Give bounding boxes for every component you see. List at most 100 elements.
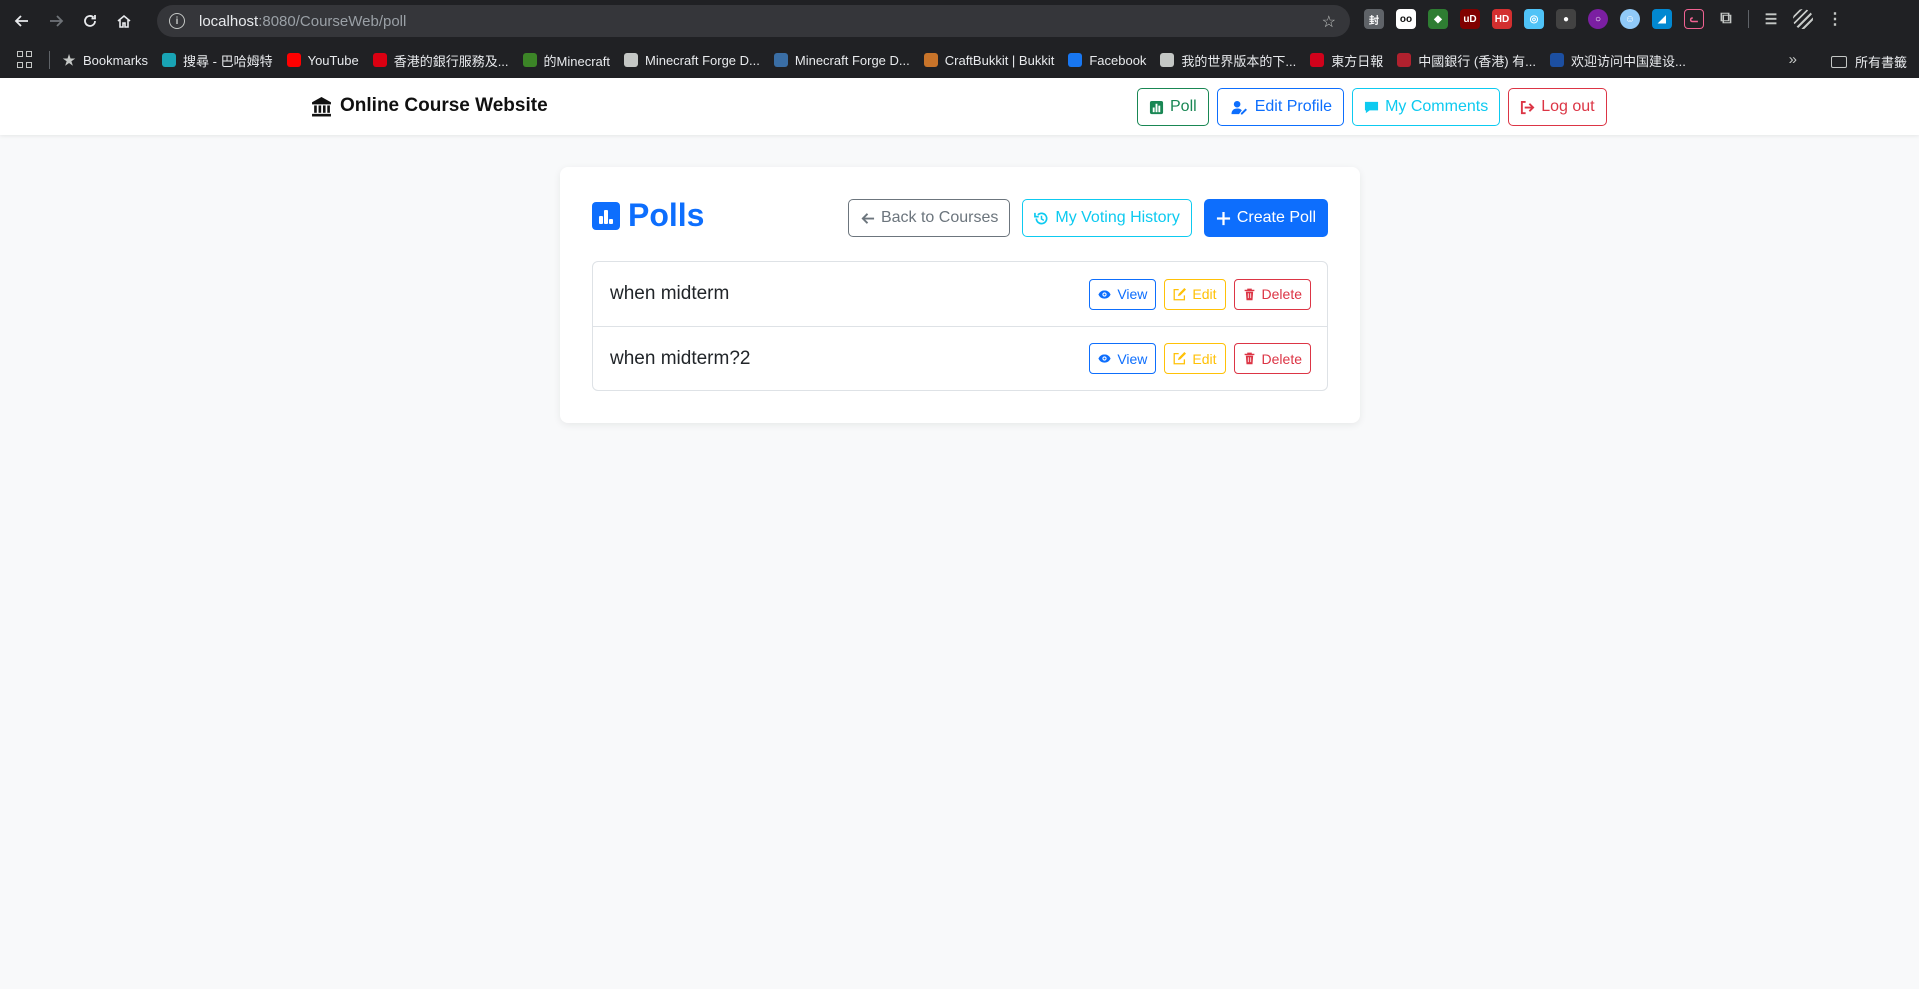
logout-label: Log out	[1541, 98, 1595, 115]
star-icon: ★	[62, 51, 76, 68]
extension-icon[interactable]: 封	[1364, 9, 1384, 29]
image-icon	[1160, 53, 1175, 67]
sign-out-icon	[1521, 100, 1535, 114]
bookmark-label: 中國銀行 (香港) 有...	[1418, 53, 1536, 69]
extension-icon[interactable]: ●	[1556, 9, 1576, 29]
view-label: View	[1117, 350, 1148, 367]
reload-button[interactable]	[73, 4, 107, 38]
edit-label: Edit	[1192, 286, 1217, 302]
back-to-courses-label: Back to Courses	[880, 209, 999, 226]
bookmark-star-icon[interactable]: ☆	[1322, 12, 1336, 32]
extension-icon[interactable]: ☺	[1620, 9, 1640, 29]
all-bookmarks-button[interactable]: 所有書籤	[1830, 52, 1907, 71]
hsbc-icon	[372, 53, 387, 67]
bookmark-item[interactable]: 東方日報	[1310, 51, 1383, 70]
navbar-actions: Poll Edit Profile My Comments Log out	[1137, 88, 1607, 126]
polls-list: when midterm View Edit Delete when midte…	[592, 261, 1328, 391]
edit-poll-button[interactable]: Edit	[1164, 278, 1226, 310]
bookmark-label: 搜尋 - 巴哈姆特	[183, 53, 273, 69]
history-icon	[1034, 211, 1048, 224]
bookmarks-divider	[49, 51, 50, 69]
create-poll-button[interactable]: Create Poll	[1203, 199, 1328, 237]
bookmark-item[interactable]: YouTube	[286, 53, 359, 68]
home-button[interactable]	[107, 4, 141, 38]
site-info-icon[interactable]: i	[169, 13, 185, 29]
bookmark-item[interactable]: ★ Bookmarks	[62, 51, 148, 68]
bookmark-item[interactable]: 我的世界版本的下...	[1160, 51, 1296, 70]
create-poll-label: Create Poll	[1236, 209, 1316, 226]
extensions-bar: 封 oo ◆ uD HD ◎ ● ○ ☺ ◢ ᓚ ⧉ ☰ ⋮	[1364, 9, 1845, 29]
extension-icon[interactable]: ○	[1588, 9, 1608, 29]
bookmark-item[interactable]: CraftBukkit | Bukkit	[923, 52, 1055, 68]
browser-toolbar: i localhost:8080/CourseWeb/poll ☆ 封 oo ◆…	[0, 0, 1919, 42]
boc-icon	[1397, 53, 1412, 67]
my-comments-label: My Comments	[1385, 98, 1489, 115]
menu-kebab-icon[interactable]: ⋮	[1825, 9, 1845, 29]
comment-icon	[1365, 101, 1379, 113]
view-poll-button[interactable]: View	[1089, 278, 1157, 310]
eye-icon	[1098, 289, 1111, 299]
bookmark-item[interactable]: Minecraft Forge D...	[624, 53, 760, 68]
bookmark-label: 香港的銀行服務及...	[393, 53, 509, 69]
poll-button[interactable]: Poll	[1137, 88, 1209, 126]
profile-avatar-icon[interactable]	[1793, 9, 1813, 29]
address-bar[interactable]: i localhost:8080/CourseWeb/poll ☆	[157, 5, 1350, 37]
bukkit-icon	[923, 53, 938, 67]
url-host: localhost	[199, 12, 259, 30]
edit-poll-button[interactable]: Edit	[1164, 343, 1226, 374]
edit-profile-button[interactable]: Edit Profile	[1216, 88, 1345, 126]
view-poll-button[interactable]: View	[1089, 343, 1157, 374]
university-icon	[312, 96, 331, 116]
url-path: :8080/CourseWeb/poll	[258, 12, 407, 30]
logout-button[interactable]: Log out	[1508, 88, 1607, 126]
voting-history-button[interactable]: My Voting History	[1022, 199, 1192, 237]
site-brand[interactable]: Online Course Website	[311, 95, 548, 117]
forge-icon	[624, 53, 638, 67]
back-to-courses-button[interactable]: Back to Courses	[847, 199, 1011, 237]
delete-label: Delete	[1261, 286, 1302, 302]
back-nav-button[interactable]	[5, 4, 39, 38]
home-icon	[117, 14, 131, 28]
polls-card: Polls Back to Courses My Voting History …	[560, 167, 1360, 423]
extension-icon[interactable]: ◎	[1524, 9, 1544, 29]
bookmark-item[interactable]: 香港的銀行服務及...	[372, 51, 509, 70]
bookmarks-list: ★ Bookmarks 搜尋 - 巴哈姆特 YouTube 香港的銀行服務及... 的Mi…	[62, 51, 1700, 70]
folder-icon	[1830, 55, 1847, 68]
extension-icon[interactable]: ◢	[1652, 9, 1672, 29]
extension-icon[interactable]: oo	[1396, 9, 1416, 29]
bookmark-label: CraftBukkit | Bukkit	[944, 52, 1055, 68]
bookmark-label: 我的世界版本的下...	[1181, 53, 1297, 69]
bookmark-item[interactable]: 欢迎访问中国建设...	[1550, 51, 1686, 70]
arrow-left-icon	[861, 212, 875, 224]
extensions-puzzle-icon[interactable]: ⧉	[1716, 9, 1736, 29]
poll-title: when midterm	[610, 283, 730, 304]
bookmark-item[interactable]: 搜尋 - 巴哈姆特	[162, 51, 273, 70]
media-control-icon[interactable]: ☰	[1761, 9, 1781, 29]
bookmark-item[interactable]: 中國銀行 (香港) 有...	[1397, 51, 1536, 70]
bookmark-item[interactable]: Minecraft Forge D...	[773, 53, 910, 68]
extension-icon[interactable]: ᓚ	[1684, 9, 1704, 29]
bookmark-item[interactable]: 的Minecraft	[522, 51, 610, 70]
arrow-right-icon	[50, 15, 64, 27]
polls-header: Polls	[592, 197, 704, 234]
facebook-icon	[1068, 53, 1083, 67]
user-edit-icon	[1231, 100, 1247, 115]
eye-icon	[1098, 354, 1111, 363]
bookmarks-bar: ★ Bookmarks 搜尋 - 巴哈姆特 YouTube 香港的銀行服務及... 的Mi…	[0, 42, 1919, 78]
my-comments-button[interactable]: My Comments	[1352, 88, 1501, 126]
delete-poll-button[interactable]: Delete	[1233, 343, 1311, 374]
ccb-icon	[1550, 53, 1564, 67]
forward-nav-button[interactable]	[39, 4, 73, 38]
poll-button-label: Poll	[1170, 98, 1197, 115]
trash-icon	[1244, 352, 1254, 365]
extension-icon[interactable]: HD	[1492, 9, 1512, 29]
brand-name: Online Course Website	[340, 95, 548, 116]
url-text: localhost:8080/CourseWeb/poll	[199, 13, 406, 30]
delete-poll-button[interactable]: Delete	[1233, 278, 1311, 310]
more-bookmarks-icon[interactable]: »	[1789, 51, 1797, 68]
bookmark-item[interactable]: Facebook	[1068, 53, 1146, 68]
extension-icon[interactable]: ◆	[1428, 9, 1448, 29]
apps-grid-icon[interactable]	[17, 51, 35, 69]
plus-icon	[1216, 211, 1230, 225]
ublock-icon[interactable]: uD	[1460, 9, 1480, 29]
